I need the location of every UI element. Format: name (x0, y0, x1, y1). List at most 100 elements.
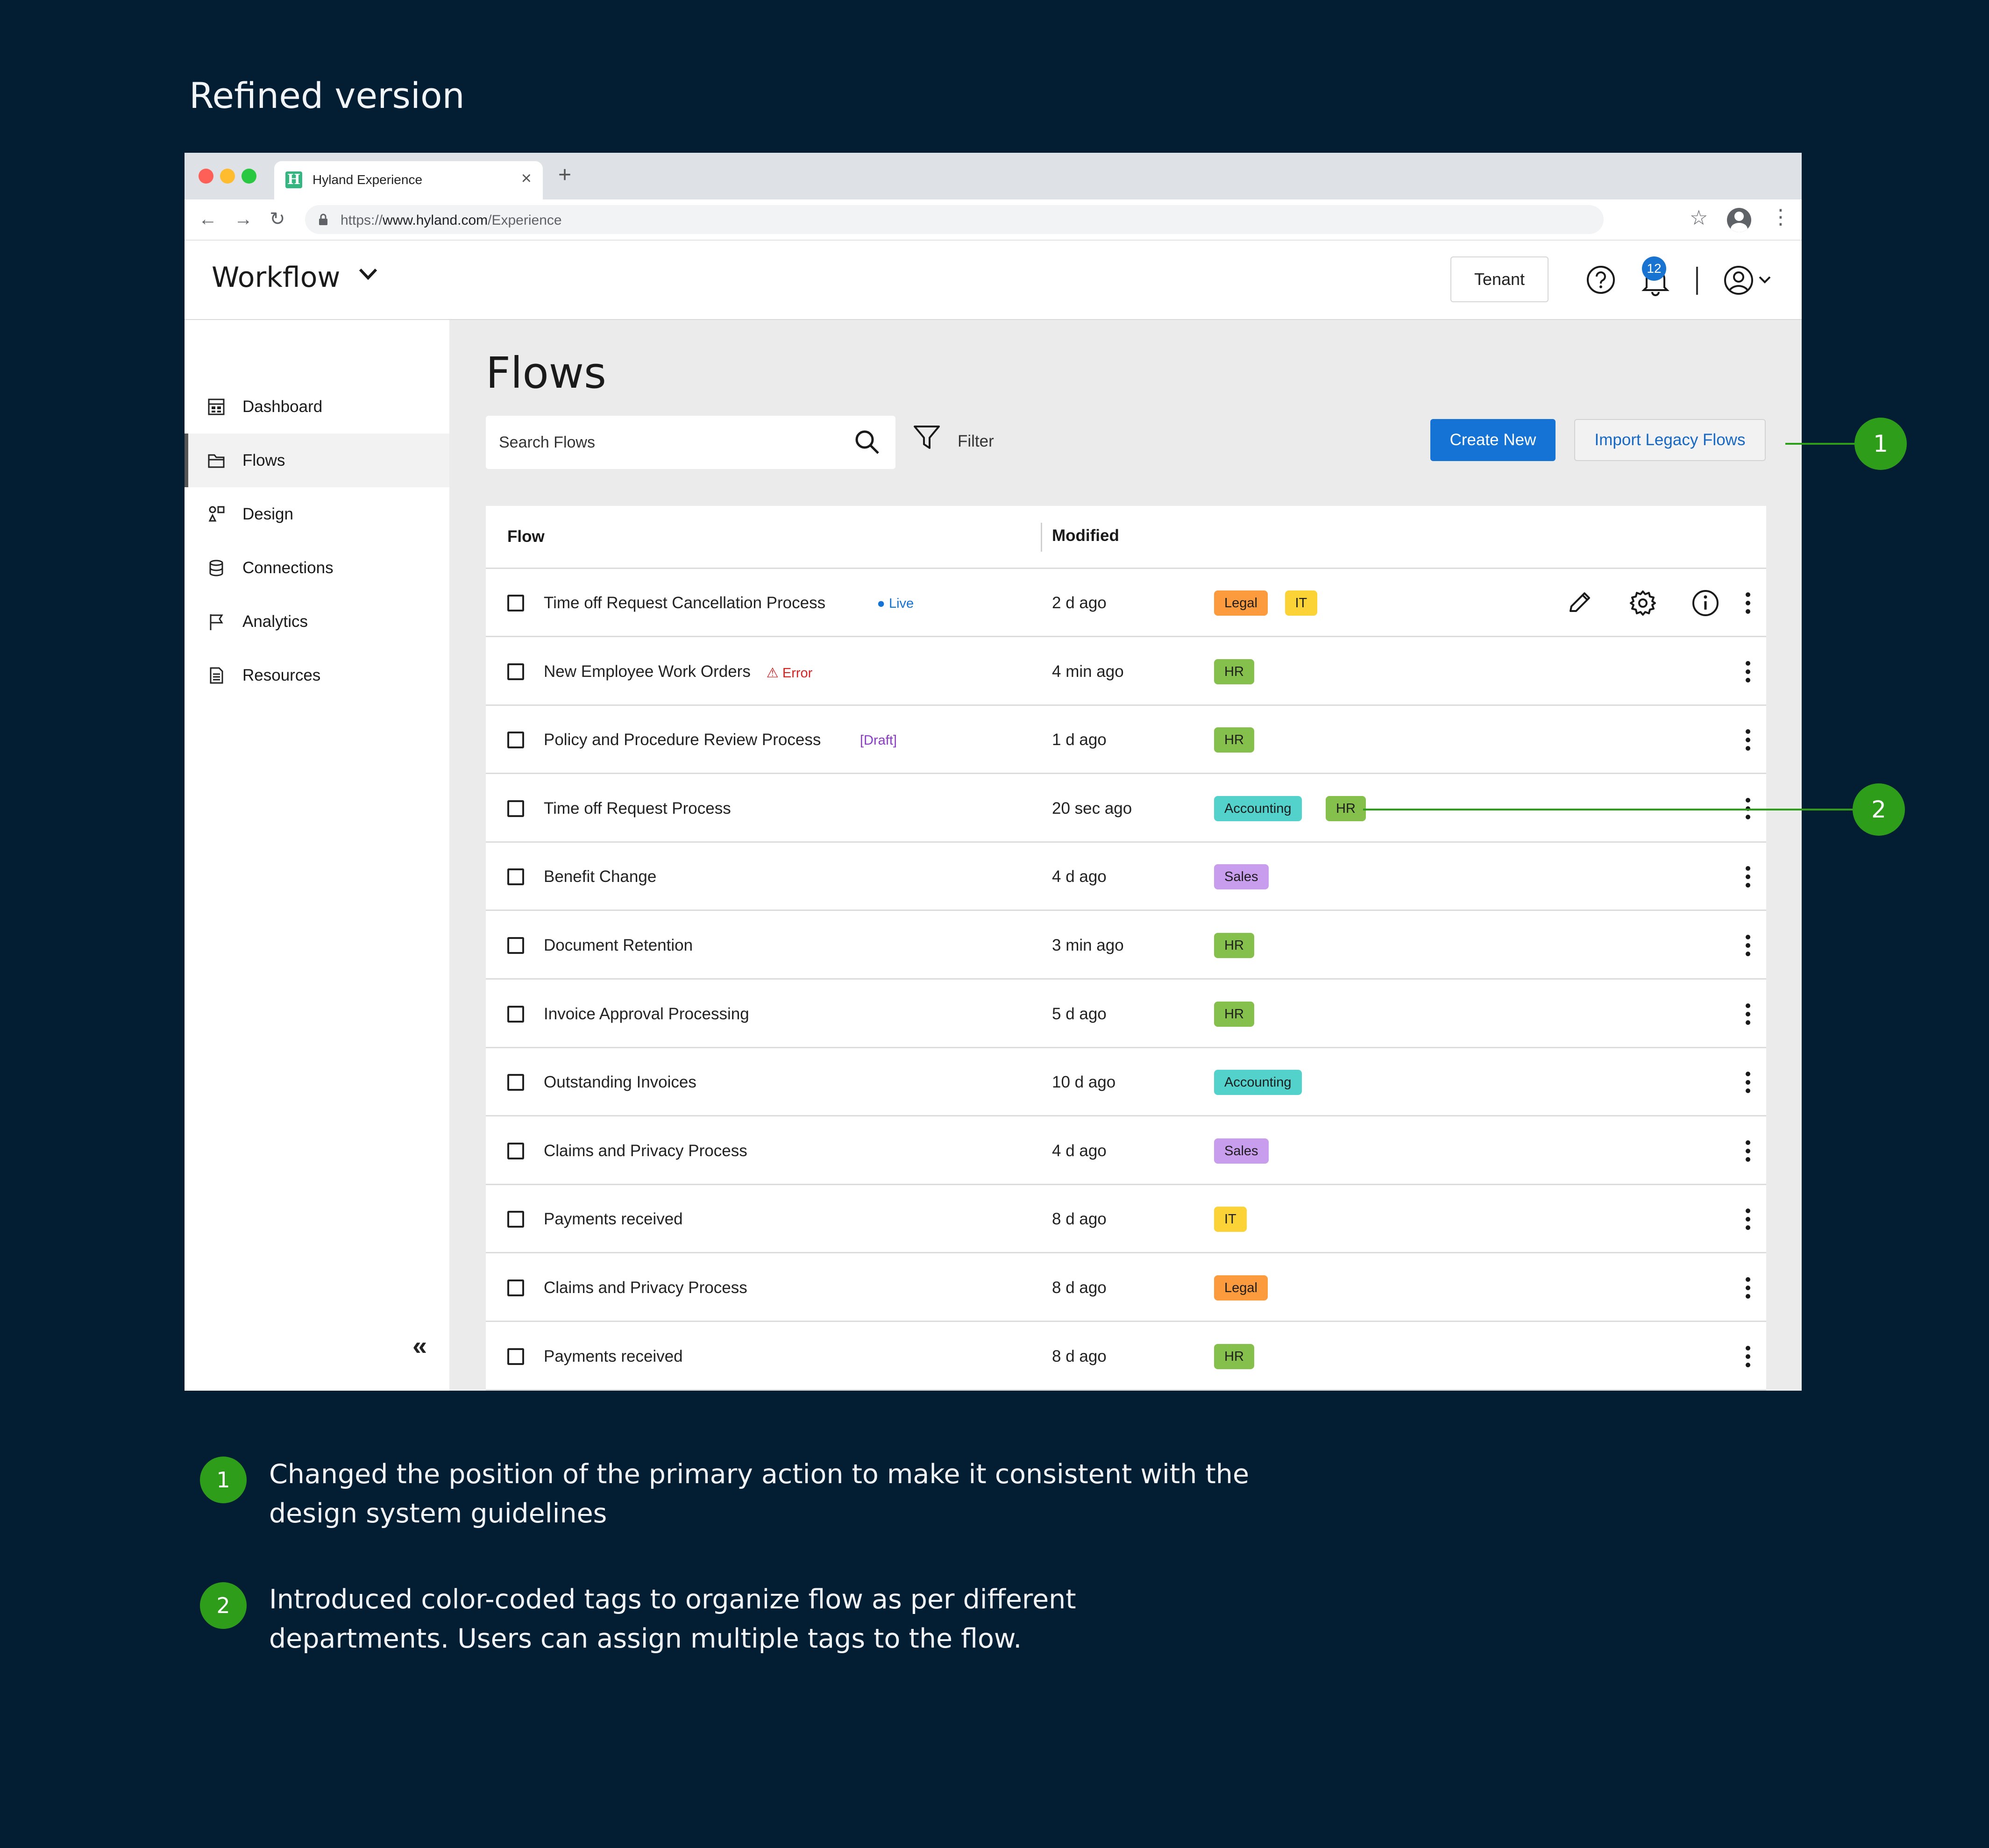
tenant-button[interactable]: Tenant (1450, 256, 1549, 302)
sidebar-item-design[interactable]: Design (185, 487, 449, 541)
sidebar-item-connections[interactable]: Connections (185, 541, 449, 595)
row-checkbox[interactable] (507, 595, 524, 611)
column-header-modified[interactable]: Modified (1052, 526, 1119, 545)
table-row[interactable]: New Employee Work Orders ⚠ Error 4 min ago… (486, 638, 1766, 706)
maximize-window-button[interactable] (242, 169, 256, 184)
browser-menu-icon[interactable]: ⋮ (1770, 207, 1791, 227)
table-row[interactable]: Invoice Approval Processing 5 d ago HR (486, 980, 1766, 1048)
close-tab-icon[interactable]: × (521, 169, 532, 189)
minimize-window-button[interactable] (220, 169, 235, 184)
app-title[interactable]: Workflow (212, 261, 341, 294)
sidebar-item-resources[interactable]: Resources (185, 648, 449, 702)
back-arrow-icon[interactable]: ← (199, 210, 217, 228)
flow-name[interactable]: Claims and Privacy Process (544, 1279, 747, 1297)
collapse-sidebar-icon[interactable]: « (412, 1333, 427, 1359)
browser-profile-icon[interactable] (1727, 208, 1751, 232)
row-checkbox[interactable] (507, 800, 524, 817)
more-options-icon[interactable] (1743, 1002, 1753, 1026)
table-row[interactable]: Claims and Privacy Process 8 d ago Legal (486, 1254, 1766, 1322)
more-options-icon[interactable] (1743, 1345, 1753, 1368)
flag-icon (210, 614, 223, 630)
row-checkbox[interactable] (507, 1348, 524, 1365)
flow-name[interactable]: Time off Request Process (544, 799, 731, 818)
forward-arrow-icon[interactable]: → (234, 210, 253, 228)
table-row[interactable]: Time off Request Cancellation Process ● L… (486, 569, 1766, 637)
tag-hr[interactable]: HR (1214, 1343, 1254, 1369)
help-icon[interactable] (1586, 265, 1616, 295)
table-row[interactable]: Claims and Privacy Process 4 d ago Sales (486, 1117, 1766, 1185)
import-legacy-flows-button[interactable]: Import Legacy Flows (1574, 419, 1766, 461)
flow-name[interactable]: Outstanding Invoices (544, 1073, 696, 1092)
flow-name[interactable]: Document Retention (544, 936, 693, 955)
tag-legal[interactable]: Legal (1214, 1275, 1268, 1301)
more-options-icon[interactable] (1743, 1208, 1753, 1231)
sidebar-item-analytics[interactable]: Analytics (185, 595, 449, 648)
tag-hr[interactable]: HR (1214, 659, 1254, 684)
tag-hr[interactable]: HR (1326, 796, 1366, 821)
create-new-button[interactable]: Create New (1430, 419, 1556, 461)
tag-it[interactable]: IT (1285, 590, 1318, 616)
url-field[interactable]: https://www.hyland.com/Experience (305, 205, 1604, 234)
tag-sales[interactable]: Sales (1214, 864, 1269, 890)
search-placeholder: Search Flows (499, 434, 595, 451)
more-options-icon[interactable] (1743, 728, 1753, 752)
more-options-icon[interactable] (1743, 591, 1753, 615)
filter-icon[interactable] (912, 423, 942, 453)
flow-name[interactable]: Time off Request Cancellation Process (544, 594, 825, 612)
new-tab-icon[interactable]: + (558, 164, 571, 186)
table-row[interactable]: Payments received 8 d ago IT (486, 1185, 1766, 1254)
flow-name[interactable]: Benefit Change (544, 867, 656, 886)
bookmark-star-icon[interactable]: ☆ (1690, 208, 1708, 228)
row-checkbox[interactable] (507, 1005, 524, 1023)
tag-accounting[interactable]: Accounting (1214, 1070, 1302, 1095)
row-checkbox[interactable] (507, 1142, 524, 1159)
browser-tab[interactable]: H Hyland Experience × (274, 161, 543, 199)
close-window-button[interactable] (199, 169, 213, 184)
chevron-down-icon[interactable] (1758, 274, 1772, 285)
flow-name[interactable]: Payments received (544, 1210, 683, 1229)
flow-name[interactable]: Policy and Procedure Review Process (544, 731, 821, 749)
row-checkbox[interactable] (507, 663, 524, 680)
row-checkbox[interactable] (507, 937, 524, 954)
flow-name[interactable]: New Employee Work Orders (544, 662, 751, 681)
row-checkbox[interactable] (507, 1279, 524, 1296)
more-options-icon[interactable] (1743, 934, 1753, 957)
edit-pencil-icon[interactable] (1565, 589, 1594, 618)
flow-name[interactable]: Invoice Approval Processing (544, 1005, 749, 1024)
gear-icon[interactable] (1628, 589, 1657, 618)
info-icon[interactable] (1691, 589, 1720, 618)
sidebar-item-dashboard[interactable]: Dashboard (185, 380, 449, 434)
flow-name[interactable]: Claims and Privacy Process (544, 1142, 747, 1160)
more-options-icon[interactable] (1743, 660, 1753, 683)
row-checkbox[interactable] (507, 868, 524, 886)
user-avatar-icon[interactable] (1723, 265, 1754, 296)
more-options-icon[interactable] (1743, 1139, 1753, 1163)
table-row[interactable]: Outstanding Invoices 10 d ago Accounting (486, 1048, 1766, 1117)
tag-accounting[interactable]: Accounting (1214, 796, 1302, 821)
table-row[interactable]: Benefit Change 4 d ago Sales (486, 843, 1766, 911)
row-checkbox[interactable] (507, 1074, 524, 1091)
search-icon[interactable] (853, 428, 881, 456)
column-header-flow[interactable]: Flow (507, 527, 545, 546)
search-input[interactable]: Search Flows (486, 416, 895, 469)
table-row[interactable]: Document Retention 3 min ago HR (486, 911, 1766, 980)
row-checkbox[interactable] (507, 732, 524, 749)
tag-hr[interactable]: HR (1214, 933, 1254, 958)
tag-hr[interactable]: HR (1214, 1001, 1254, 1027)
more-options-icon[interactable] (1743, 865, 1753, 888)
sidebar-item-flows[interactable]: Flows (185, 434, 449, 487)
chevron-down-icon[interactable] (357, 265, 379, 284)
flow-name[interactable]: Payments received (544, 1347, 683, 1366)
table-row[interactable]: Policy and Procedure Review Process [Draf… (486, 706, 1766, 775)
reload-icon[interactable]: ↻ (270, 210, 285, 228)
tag-it[interactable]: IT (1214, 1207, 1247, 1232)
more-options-icon[interactable] (1743, 1276, 1753, 1300)
table-row[interactable]: Payments received 8 d ago HR (486, 1322, 1766, 1391)
row-checkbox[interactable] (507, 1211, 524, 1228)
tag-hr[interactable]: HR (1214, 727, 1254, 753)
column-divider[interactable] (1041, 523, 1042, 552)
tag-sales[interactable]: Sales (1214, 1138, 1269, 1164)
tag-legal[interactable]: Legal (1214, 590, 1268, 616)
filter-button[interactable]: Filter (958, 432, 994, 451)
more-options-icon[interactable] (1743, 1071, 1753, 1094)
